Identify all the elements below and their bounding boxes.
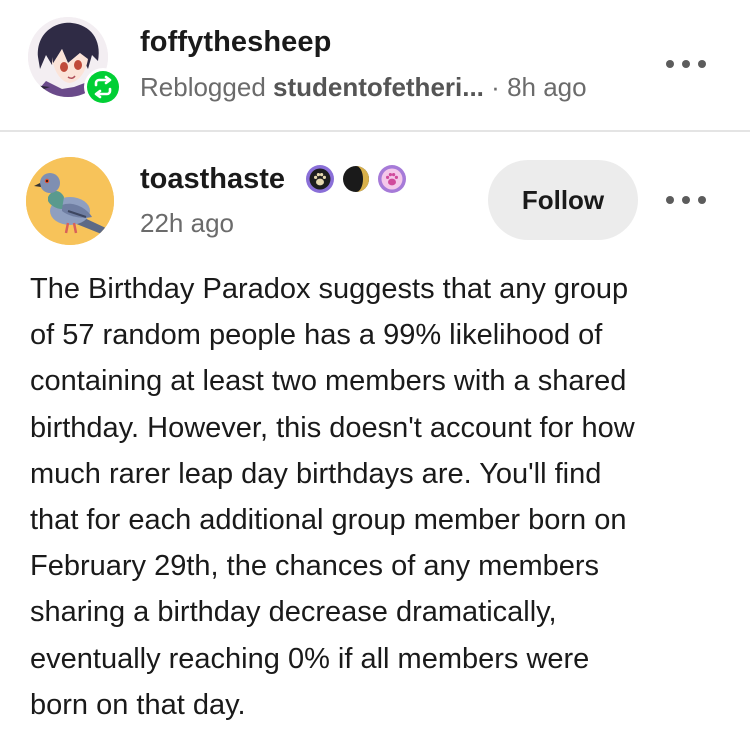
more-dot-icon xyxy=(666,60,674,68)
post-body: The Birthday Paradox suggests that any g… xyxy=(30,266,730,728)
more-dot-icon xyxy=(682,196,690,204)
reblog-more-options-button[interactable] xyxy=(666,54,706,74)
reblog-separator: · xyxy=(491,72,500,102)
reblogged-label: Reblogged xyxy=(140,72,266,102)
pink-paw-badge-icon[interactable] xyxy=(377,164,407,194)
post-body-line: containing at least two members with a s… xyxy=(30,365,627,398)
reblog-header: foffythesheep Reblogged studentofetheri.… xyxy=(0,0,750,130)
reblog-timestamp: 8h ago xyxy=(507,72,587,102)
user-badges xyxy=(305,164,407,194)
more-dot-icon xyxy=(682,60,690,68)
post-body-line: The Birthday Paradox suggests that any g… xyxy=(30,273,629,305)
moon-badge-icon[interactable] xyxy=(341,164,371,194)
post-body-line: eventually reaching 0% if all members we… xyxy=(30,642,590,675)
poster-avatar[interactable] xyxy=(26,157,114,245)
post-body-line: sharing a birthday decrease dramatically… xyxy=(30,596,557,629)
reblogger-username[interactable]: foffythesheep xyxy=(140,26,331,59)
reblog-icon xyxy=(87,71,119,103)
reblog-info: Reblogged studentofetheri... · 8h ago xyxy=(140,72,587,103)
more-dot-icon xyxy=(698,60,706,68)
post-body-line: of 57 random people has a 99% likelihood… xyxy=(30,319,603,352)
post-body-line: birthday. However, this doesn't account … xyxy=(30,411,635,444)
more-dot-icon xyxy=(666,196,674,204)
post-timestamp: 22h ago xyxy=(140,208,234,238)
pigeon-avatar-icon xyxy=(26,157,114,245)
post-body-line: much rarer leap day birthdays are. You'l… xyxy=(30,457,602,490)
post-body-line: that for each additional group member bo… xyxy=(30,504,627,537)
more-dot-icon xyxy=(698,196,706,204)
paw-badge-icon[interactable] xyxy=(305,164,335,194)
poster-username[interactable]: toasthaste xyxy=(140,163,285,196)
reblog-badge xyxy=(84,68,122,106)
post-more-options-button[interactable] xyxy=(666,190,706,210)
post-body-line: born on that day. xyxy=(30,688,246,721)
follow-button[interactable]: Follow xyxy=(488,160,638,240)
reblog-source-username[interactable]: studentofetheri... xyxy=(273,72,484,102)
divider xyxy=(0,130,750,132)
post-body-line: February 29th, the chances of any member… xyxy=(30,550,600,583)
